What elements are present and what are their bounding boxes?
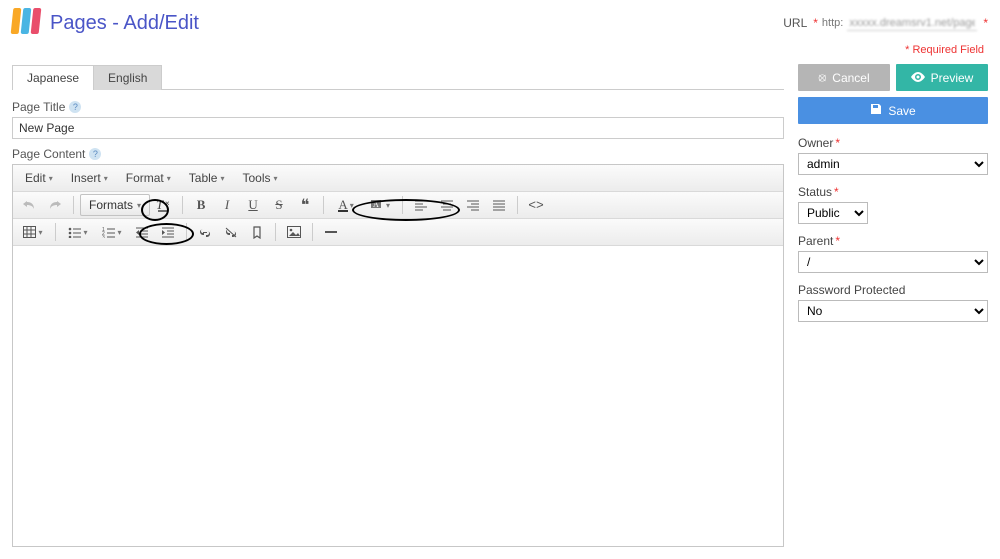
help-icon[interactable]: ? — [89, 148, 101, 160]
image-button[interactable] — [282, 221, 306, 243]
tab-japanese[interactable]: Japanese — [12, 65, 94, 90]
numbered-list-button[interactable]: 123 ▾ — [96, 221, 128, 243]
url-prefix: http: — [822, 17, 843, 29]
required-star-icon: * — [834, 185, 839, 199]
chevron-down-icon: ▾ — [49, 174, 53, 183]
chevron-down-icon: ▾ — [104, 174, 108, 183]
editor-content-area[interactable] — [13, 246, 783, 546]
required-field-note: * Required Field — [0, 42, 1000, 64]
required-star-icon: * — [813, 16, 818, 30]
chevron-down-icon: ▾ — [137, 201, 141, 210]
help-icon[interactable]: ? — [69, 101, 81, 113]
menu-insert[interactable]: Insert▾ — [63, 167, 116, 189]
required-star-icon: * — [983, 16, 988, 30]
underline-button[interactable]: U — [241, 194, 265, 216]
svg-text:×: × — [165, 199, 170, 208]
cancel-icon: ⦻ — [818, 70, 826, 85]
required-star-icon: * — [835, 234, 840, 248]
language-tabs: Japanese English — [12, 64, 784, 90]
blockquote-button[interactable]: ❝ — [293, 194, 317, 216]
password-protected-label: Password Protected — [798, 283, 905, 297]
owner-label: Owner — [798, 136, 833, 150]
align-right-button[interactable] — [461, 194, 485, 216]
text-color-button[interactable]: A▾ — [330, 194, 362, 216]
svg-text:A: A — [373, 200, 379, 209]
align-center-button[interactable] — [435, 194, 459, 216]
source-code-button[interactable]: <> — [524, 194, 548, 216]
bullet-list-button[interactable]: ▾ — [62, 221, 94, 243]
cancel-button[interactable]: ⦻ Cancel — [798, 64, 890, 91]
tab-english[interactable]: English — [93, 65, 162, 90]
clear-formatting-button[interactable]: T× — [152, 194, 176, 216]
svg-text:T: T — [156, 198, 164, 212]
strikethrough-button[interactable]: S — [267, 194, 291, 216]
page-heading: Pages - Add/Edit — [50, 12, 199, 35]
chevron-down-icon: ▾ — [220, 174, 224, 183]
indent-button[interactable] — [156, 221, 180, 243]
chevron-down-icon: ▾ — [273, 174, 277, 183]
redo-button[interactable] — [43, 194, 67, 216]
password-protected-select[interactable]: No — [798, 300, 988, 322]
formats-dropdown[interactable]: Formats▾ — [80, 194, 150, 216]
menu-edit[interactable]: Edit▾ — [17, 167, 61, 189]
outdent-button[interactable] — [130, 221, 154, 243]
preview-button[interactable]: Preview — [896, 64, 988, 91]
save-button[interactable]: Save — [798, 97, 988, 124]
app-logo — [12, 8, 42, 38]
url-label: URL — [783, 16, 807, 30]
parent-select[interactable]: / — [798, 251, 988, 273]
menu-table[interactable]: Table▾ — [181, 167, 233, 189]
background-color-button[interactable]: A ▾ — [364, 194, 396, 216]
bookmark-button[interactable] — [245, 221, 269, 243]
undo-button[interactable] — [17, 194, 41, 216]
save-icon — [870, 103, 882, 118]
url-input[interactable] — [847, 16, 977, 31]
align-left-button[interactable] — [409, 194, 433, 216]
required-star-icon: * — [835, 136, 840, 150]
menu-format[interactable]: Format▾ — [118, 167, 179, 189]
page-content-label: Page Content — [12, 147, 85, 161]
parent-label: Parent — [798, 234, 833, 248]
rich-text-editor: Edit▾ Insert▾ Format▾ Table▾ Tools▾ Form… — [12, 164, 784, 547]
menu-tools[interactable]: Tools▾ — [234, 167, 285, 189]
status-select[interactable]: Public — [798, 202, 868, 224]
italic-button[interactable]: I — [215, 194, 239, 216]
horizontal-rule-button[interactable] — [319, 221, 343, 243]
align-justify-button[interactable] — [487, 194, 511, 216]
svg-text:3: 3 — [102, 235, 105, 238]
bold-button[interactable]: B — [189, 194, 213, 216]
owner-select[interactable]: admin — [798, 153, 988, 175]
eye-icon — [911, 71, 925, 85]
page-title-label: Page Title — [12, 100, 65, 114]
page-title-input[interactable] — [12, 117, 784, 139]
link-button[interactable] — [193, 221, 217, 243]
unlink-button[interactable] — [219, 221, 243, 243]
chevron-down-icon: ▾ — [167, 174, 171, 183]
status-label: Status — [798, 185, 832, 199]
table-button[interactable]: ▾ — [17, 221, 49, 243]
